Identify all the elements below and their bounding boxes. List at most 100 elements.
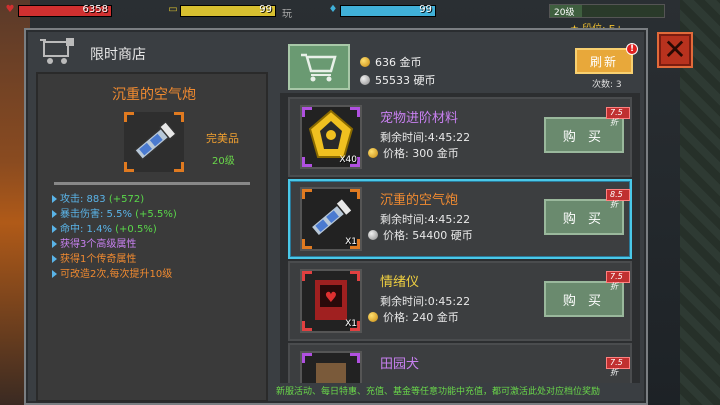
energy-value: 99 [259,4,272,15]
refresh-alert-badge: ! [626,43,638,55]
item-price: 价格: 54400 硬币 [368,227,473,243]
shop-cart-icon [40,38,74,64]
frame-corner [302,271,312,281]
coin-balance-text: 55533 硬币 [375,74,436,87]
item-quality: 完美品 [206,132,239,145]
stat-bonus: (+572) [108,194,145,205]
frame-corner [302,239,312,249]
item-time-remaining: 剩余时间:0:45:22 [380,295,471,308]
energy-extra-text: 玩 [282,9,292,20]
heart-icon: ♥ [5,4,15,15]
item-price: 价格: 300 金币 [368,145,459,161]
player-level: 20级 [554,8,575,18]
discount-badge: 7.5折 [606,271,630,291]
item-name: 情绪仪 [380,275,420,290]
item-icon-frame: X1 [300,187,362,251]
shop-item-list[interactable]: X40 宠物进阶材料 剩余时间:4:45:22 价格: 300 金币购 买 7.5折 X1… [280,93,640,383]
bullet-arrow-icon [52,210,57,218]
top-hud: ♥ 6358 ▭ 99 玩 ♦ 99 20级 [0,0,720,22]
shop-tab[interactable] [288,44,350,90]
stat-text: 命中: 1.4% [60,224,116,235]
detail-item-name: 沉重的空气炮 [112,87,196,103]
frame-corner [302,353,312,363]
discount-badge: 8.5折 [606,189,630,209]
gold-coin-icon [360,57,370,67]
gold-balance-text: 636 金币 [375,56,422,69]
coin-balance: 55533 硬币 [360,72,436,88]
stat-line: 暴击伤害: 5.5% (+5.5%) [52,207,264,222]
item-price: 价格: 240 金币 [368,309,459,325]
stat-text: 攻击: 883 [60,194,109,205]
item-name: 宠物进阶材料 [380,111,459,126]
refresh-count: 次数: 3 [592,80,622,90]
stat-text: 可改造2次,每次提升10级 [60,269,173,280]
item-quantity: X1 [345,237,357,247]
item-level: 20级 [212,156,235,167]
stat-line: 获得3个高级属性 [52,237,264,252]
shield-icon: ♦ [328,4,338,15]
bullet-arrow-icon [52,255,57,263]
frame-corner [350,107,360,117]
item-time-remaining: 剩余时间:4:45:22 [380,131,471,144]
stat-text: 获得1个传奇属性 [60,254,137,265]
close-icon: ✕ [663,33,687,66]
promo-ticker: 新服活动、每日特惠、充值、基金等任意功能中充值，都可激活此处对应档位奖励 [276,387,601,397]
stat-text: 获得3个高级属性 [60,239,137,250]
detail-divider [54,182,250,185]
close-button[interactable]: ✕ [657,32,693,68]
bullet-arrow-icon [52,225,57,233]
item-name: 田园犬 [380,357,420,372]
frame-corner [174,162,184,172]
silver-coin-icon [368,230,378,240]
item-price-text: 价格: 54400 硬币 [383,229,473,242]
bullet-arrow-icon [52,195,57,203]
shop-item-row[interactable]: X1 沉重的空气炮 剩余时间:4:45:22 价格: 54400 硬币购 买 8.5折 [288,179,632,259]
discount-badge: 7.5折 [606,107,630,127]
gold-balance: 636 金币 [360,54,422,70]
frame-corner [124,162,134,172]
shop-title: 限时商店 [90,47,146,63]
item-name: 沉重的空气炮 [380,193,459,208]
stat-line: 命中: 1.4% (+0.5%) [52,222,264,237]
stat-line: 攻击: 883 (+572) [52,192,264,207]
player-level-bar: 20级 [549,4,665,18]
gold-coin-icon [368,148,378,158]
frame-corner [124,112,134,122]
item-time-remaining: 剩余时间:4:45:22 [380,213,471,226]
discount-badge: 7.5折 [606,357,630,377]
energy-bar: 99 [180,4,276,17]
item-quantity: X1 [345,319,357,329]
frame-corner [350,353,360,363]
item-detail-panel: 沉重的空气炮 完美品 20级 攻击: 883 (+572) 暴击伤害: 5.5% … [36,72,268,402]
refresh-button[interactable]: 刷新 [575,48,633,74]
frame-corner [350,189,360,199]
frame-corner [302,157,312,167]
frame-corner [302,321,312,331]
shop-item-row[interactable]: ♥ X1 情绪仪 剩余时间:0:45:22 价格: 240 金币购 买 7.5折 [288,261,632,341]
frame-corner [174,112,184,122]
bullet-arrow-icon [52,270,57,278]
frame-corner [350,271,360,281]
hp-bar: 6358 [18,4,112,17]
item-price-text: 价格: 240 金币 [383,311,459,324]
stat-bonus: (+0.5%) [115,224,157,235]
frame-corner [302,189,312,199]
shop-item-row[interactable]: 田园犬 7.5折 [288,343,632,383]
shop-item-row[interactable]: X40 宠物进阶材料 剩余时间:4:45:22 价格: 300 金币购 买 7.5折 [288,97,632,177]
cart-icon [301,53,337,82]
item-price-text: 价格: 300 金币 [383,147,459,160]
item-icon-frame [300,351,362,383]
stat-line: 获得1个传奇属性 [52,252,264,267]
svg-text:♥: ♥ [325,290,338,306]
item-icon-frame: ♥ X1 [300,269,362,333]
silver-coin-icon [360,75,370,85]
shield-bar: 99 [340,4,436,17]
detail-item-frame [124,112,184,172]
item-icon-frame: X40 [300,105,362,169]
bullet-arrow-icon [52,240,57,248]
gold-coin-icon [368,312,378,322]
item-quantity: X40 [339,155,357,165]
stat-bonus: (+5.5%) [135,209,177,220]
stat-text: 暴击伤害: 5.5% [60,209,136,220]
stat-line: 可改造2次,每次提升10级 [52,267,264,282]
